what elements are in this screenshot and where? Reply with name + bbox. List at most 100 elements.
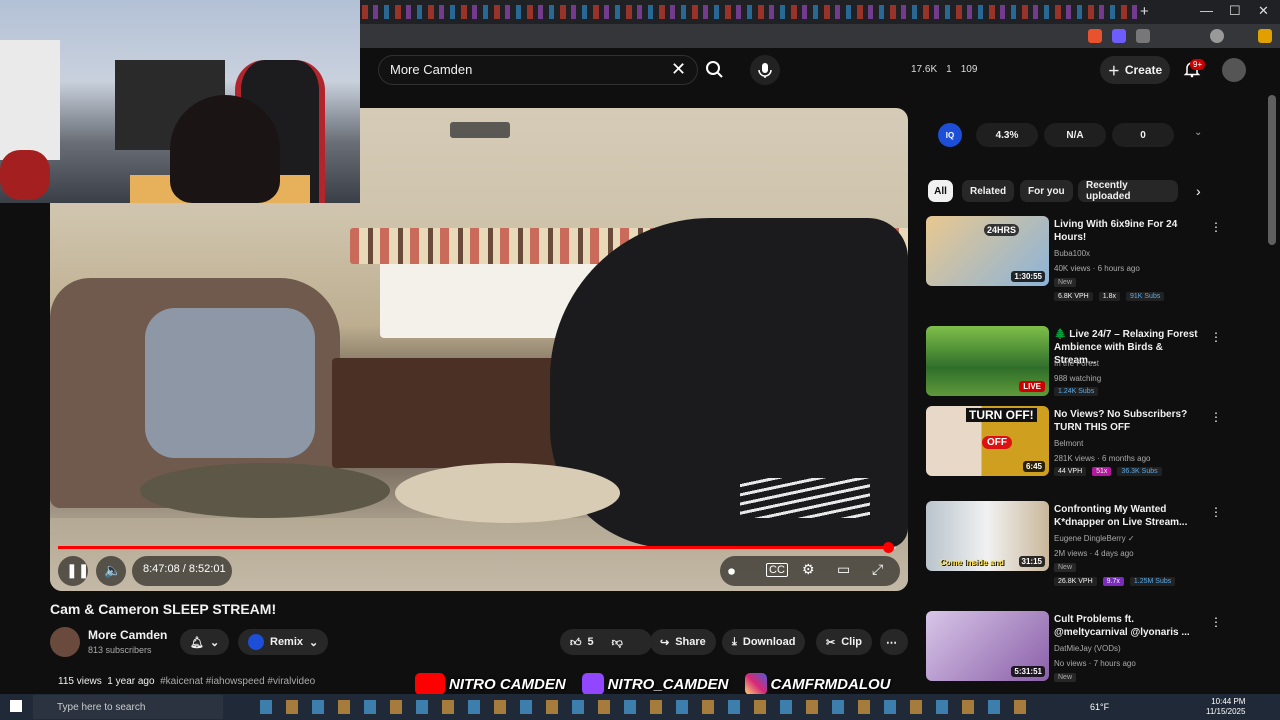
chevron-down-icon: ⌄: [209, 636, 220, 649]
video-thumbnail[interactable]: 5:31:51: [926, 611, 1049, 681]
taskbar-clock[interactable]: 10:44 PM 11/15/2025: [1206, 697, 1245, 717]
pip-controls[interactable]: [450, 122, 510, 138]
bell-icon: 🔔︎: [190, 636, 204, 649]
rec-channel[interactable]: DatMieJay (VODs): [1054, 644, 1121, 653]
video-thumbnail[interactable]: LIVE: [926, 326, 1049, 396]
download-icon: ⤓: [732, 635, 737, 648]
rec-channel[interactable]: Buba100x: [1054, 249, 1090, 258]
clock-time: 10:44 PM: [1211, 697, 1246, 706]
subs-stat: 36.3K Subs: [1117, 467, 1162, 476]
list-item[interactable]: 24HRS 1:30:55 Living With 6ix9ine For 24…: [926, 216, 1226, 301]
theater-mode-icon[interactable]: ▭: [837, 561, 850, 578]
kebab-menu-icon[interactable]: ⋮: [1210, 615, 1222, 629]
striped-pants: [740, 478, 870, 518]
rec-title[interactable]: No Views? No Subscribers? TURN THIS OFF: [1054, 408, 1204, 434]
fullscreen-icon[interactable]: ⤢: [872, 561, 883, 578]
share-icon: ↪: [660, 636, 670, 649]
kebab-menu-icon[interactable]: ⋮: [1210, 410, 1222, 424]
weather-label[interactable]: 61°F: [1090, 702, 1109, 712]
list-item[interactable]: TURN OFF! OFF 6:45 No Views? No Subscrib…: [926, 406, 1226, 486]
new-badge: New: [1054, 278, 1077, 287]
chevron-down-icon[interactable]: ⌄: [1194, 127, 1202, 138]
notification-count: 9+: [1190, 59, 1206, 70]
kebab-menu-icon[interactable]: ⋮: [1210, 330, 1222, 344]
extension-icon[interactable]: [1258, 29, 1272, 43]
settings-gear-icon[interactable]: ⚙: [802, 561, 815, 578]
chip-for-you[interactable]: For you: [1020, 180, 1073, 202]
thumbs-down-icon[interactable]: 👎︎: [612, 636, 623, 649]
list-item[interactable]: 5:31:51 Cult Problems ft. @meltycarnival…: [926, 611, 1226, 691]
iq-logo-icon[interactable]: IQ: [938, 123, 962, 147]
kebab-menu-icon[interactable]: ⋮: [1210, 220, 1222, 234]
chevron-right-icon[interactable]: ›: [1196, 183, 1201, 199]
volume-icon: 🔈: [104, 562, 122, 578]
captions-icon[interactable]: CC: [766, 563, 788, 577]
new-tab-button[interactable]: +: [1140, 3, 1149, 20]
create-button[interactable]: ＋ Create: [1100, 56, 1170, 84]
chip-related[interactable]: Related: [962, 180, 1015, 202]
rec-meta: 2M views · 4 days ago: [1054, 549, 1134, 558]
duration-badge: 1:30:55: [1011, 271, 1045, 282]
floor-pillow: [140, 463, 390, 518]
thumb-text: Come Inside and: [940, 558, 1005, 567]
kebab-menu-icon[interactable]: ⋮: [1210, 505, 1222, 519]
taskbar-apps[interactable]: [260, 700, 1040, 714]
progress-bar[interactable]: [58, 542, 896, 553]
channel-avatar[interactable]: [50, 627, 80, 657]
more-actions-button[interactable]: ⋯: [880, 629, 908, 655]
share-button[interactable]: ↪ Share: [650, 629, 716, 655]
chip-all[interactable]: All: [928, 180, 953, 202]
windows-start-icon[interactable]: [10, 700, 22, 712]
video-thumbnail[interactable]: TURN OFF! OFF 6:45: [926, 406, 1049, 476]
search-icon[interactable]: [700, 56, 730, 84]
close-window-icon[interactable]: ✕: [1258, 3, 1269, 19]
ratio-stat: 9.7x: [1102, 577, 1124, 586]
view-count: 115 views: [58, 676, 102, 687]
list-item[interactable]: Come Inside and 31:15 Confronting My Wan…: [926, 501, 1226, 586]
extension-icon[interactable]: [1136, 29, 1150, 43]
new-badge: New: [1054, 673, 1077, 682]
more-icon: ⋯: [886, 636, 897, 649]
scrollbar[interactable]: [1268, 95, 1276, 245]
clip-button[interactable]: ✂ Clip: [816, 629, 872, 655]
streamer-head: [170, 95, 280, 203]
clock-date: 11/15/2025: [1206, 707, 1246, 716]
hashtags[interactable]: #kaicenat #iahowspeed #viralvideo: [160, 676, 315, 687]
chip-recently-uploaded[interactable]: Recently uploaded: [1078, 180, 1178, 202]
browser-tabs[interactable]: [362, 5, 1137, 19]
blanket: [145, 308, 315, 458]
webcam-plush: [0, 150, 50, 200]
rec-meta: 281K views · 6 months ago: [1054, 454, 1151, 463]
clear-search-icon[interactable]: ✕: [671, 59, 686, 80]
list-item[interactable]: LIVE 🌲 Live 24/7 – Relaxing Forest Ambie…: [926, 326, 1226, 406]
rec-title[interactable]: Cult Problems ft. @meltycarnival @lyonar…: [1054, 613, 1204, 639]
youtube-social: NITRO CAMDEN: [415, 673, 566, 695]
rec-channel[interactable]: Belmont: [1054, 439, 1083, 448]
remix-button[interactable]: Remix ⌄: [238, 629, 329, 655]
extension-icon[interactable]: [1088, 29, 1102, 43]
rec-title[interactable]: Living With 6ix9ine For 24 Hours!: [1054, 218, 1204, 244]
channel-name[interactable]: More Camden: [88, 628, 167, 642]
progress-fill: [58, 546, 889, 549]
instagram-handle: CAMFRMDALOU: [770, 675, 891, 693]
subscribed-bell-button[interactable]: 🔔︎ ⌄: [180, 629, 230, 655]
video-thumbnail[interactable]: Come Inside and 31:15: [926, 501, 1049, 571]
taskbar-search[interactable]: Type here to search: [33, 695, 223, 719]
profile-icon[interactable]: [1210, 29, 1224, 43]
webcam-overlay: [0, 0, 360, 203]
autoplay-toggle-icon[interactable]: ⏺: [728, 563, 735, 580]
rec-channel[interactable]: Eugene DingleBerry ✓: [1054, 534, 1135, 543]
video-thumbnail[interactable]: 24HRS 1:30:55: [926, 216, 1049, 286]
mic-icon[interactable]: [750, 55, 780, 85]
rec-title[interactable]: Confronting My Wanted K*dnapper on Live …: [1054, 503, 1204, 529]
extension-icon[interactable]: [1112, 29, 1126, 43]
rec-channel[interactable]: In the Forest: [1054, 359, 1099, 368]
thumbs-up-icon[interactable]: 👍︎: [570, 636, 582, 649]
maximize-icon[interactable]: ☐: [1229, 3, 1241, 19]
account-avatar[interactable]: [1222, 58, 1246, 82]
download-button[interactable]: ⤓ Download: [722, 629, 806, 655]
minimize-icon[interactable]: —: [1200, 3, 1213, 18]
rec-stats: 6.8K VPH 1.8x 91K Subs: [1054, 292, 1165, 301]
instagram-icon: [744, 673, 767, 695]
download-label: Download: [742, 636, 796, 648]
